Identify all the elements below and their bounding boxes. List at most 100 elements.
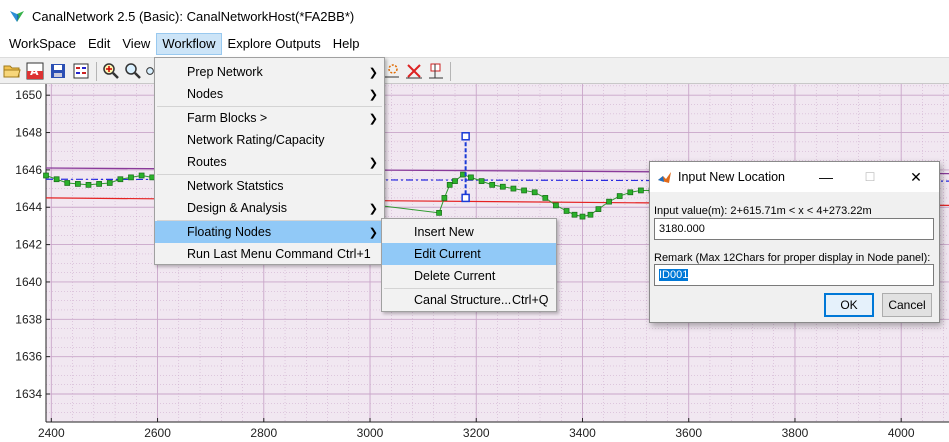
open-folder-icon[interactable]: [2, 61, 22, 81]
floating-node-top-handle: [461, 132, 470, 141]
chevron-right-icon: ❯: [368, 226, 378, 239]
profile-point: [43, 172, 49, 179]
delete-marker-icon[interactable]: [404, 61, 424, 81]
menu-item-nodes[interactable]: Nodes ❯: [155, 83, 384, 105]
chevron-right-icon: ❯: [368, 202, 378, 215]
y-tick-label: 1646: [15, 163, 42, 177]
grid-icon[interactable]: [71, 61, 91, 81]
remark-label: Remark (Max 12Chars for proper display i…: [654, 252, 931, 264]
floating-nodes-submenu: Insert New Edit Current Delete Current C…: [381, 218, 557, 312]
y-tick-label: 1650: [15, 88, 42, 102]
x-tick-label: 2800: [250, 426, 277, 440]
toolbar-separator: [450, 62, 451, 81]
profile-point: [531, 189, 538, 196]
menu-item-network-rating[interactable]: Network Rating/Capacity: [155, 129, 384, 151]
title-bar: CanalNetwork 2.5 (Basic): CanalNetworkHo…: [0, 0, 949, 32]
profile-point: [616, 193, 623, 199]
toolbar: A: [0, 57, 949, 84]
profile-point: [595, 206, 602, 212]
close-button[interactable]: ✕: [904, 166, 928, 188]
profile-point: [553, 202, 559, 209]
profile-point: [627, 189, 634, 196]
font-icon[interactable]: A: [25, 61, 45, 81]
profile-point: [441, 195, 448, 201]
profile-point: [563, 208, 570, 214]
menu-item-run-last-command[interactable]: Run Last Menu Command Ctrl+1: [155, 243, 384, 265]
floating-node-bottom-handle: [461, 193, 470, 203]
chevron-right-icon: ❯: [368, 66, 378, 79]
menu-workspace[interactable]: WorkSpace: [3, 33, 82, 55]
dialog-title: Input New Location: [678, 170, 786, 184]
input-location-dialog: Input New Location — ☐ ✕ Input value(m):…: [649, 161, 940, 323]
dialog-title-bar: Input New Location — ☐ ✕: [650, 162, 939, 192]
toolbar-separator: [96, 62, 97, 81]
range-label: Input value(m): 2+615.71m < x < 4+273.22…: [654, 205, 872, 217]
profile-point: [489, 181, 496, 188]
profile-point: [638, 187, 644, 194]
chevron-right-icon: ❯: [368, 112, 378, 125]
location-value-input[interactable]: 3180.000: [654, 218, 934, 240]
menu-item-design-analysis[interactable]: Design & Analysis ❯: [155, 197, 384, 219]
window-title: CanalNetwork 2.5 (Basic): CanalNetworkHo…: [32, 8, 355, 24]
menu-edit[interactable]: Edit: [82, 33, 116, 55]
menu-item-delete-current[interactable]: Delete Current: [382, 265, 556, 287]
profile-point: [138, 172, 145, 179]
menu-help[interactable]: Help: [327, 33, 366, 55]
x-tick-label: 4000: [888, 426, 915, 440]
y-tick-label: 1634: [15, 387, 42, 401]
profile-point: [510, 185, 517, 192]
minimize-button[interactable]: —: [814, 166, 838, 188]
profile-point: [436, 210, 442, 216]
profile-point: [96, 181, 102, 187]
profile-point: [452, 178, 458, 184]
profile-point: [542, 195, 549, 201]
shortcut-label: Ctrl+1: [337, 247, 371, 261]
y-tick-label: 1636: [15, 350, 42, 364]
profile-point: [468, 174, 474, 181]
menu-item-insert-new[interactable]: Insert New: [382, 221, 556, 243]
menu-item-canal-structure[interactable]: Canal Structure... Ctrl+Q: [382, 289, 556, 311]
zoom-icon[interactable]: [123, 61, 143, 81]
menu-bar: WorkSpace Edit View Workflow Explore Out…: [0, 32, 949, 56]
menu-item-farm-blocks[interactable]: Farm Blocks > ❯: [155, 107, 384, 129]
zoom-in-icon[interactable]: [101, 61, 121, 81]
y-tick-label: 1638: [15, 312, 42, 326]
x-tick-label: 3800: [782, 426, 809, 440]
svg-text:A: A: [30, 65, 39, 78]
ok-button[interactable]: OK: [824, 293, 874, 317]
shortcut-label: Ctrl+Q: [512, 293, 549, 307]
profile-point: [75, 181, 81, 187]
menu-workflow[interactable]: Workflow: [156, 33, 222, 55]
menu-explore-outputs[interactable]: Explore Outputs: [222, 33, 327, 55]
x-tick-label: 2600: [144, 426, 171, 440]
flag-icon[interactable]: [426, 61, 446, 81]
x-tick-label: 3600: [675, 426, 702, 440]
app-logo-icon: [10, 11, 24, 22]
menu-view[interactable]: View: [116, 33, 156, 55]
profile-point: [571, 211, 578, 218]
profile-point: [521, 187, 527, 194]
save-icon[interactable]: [48, 61, 68, 81]
profile-point: [106, 180, 113, 186]
maximize-button[interactable]: ☐: [858, 166, 882, 188]
profile-point: [85, 181, 92, 188]
x-tick-label: 3200: [463, 426, 490, 440]
menu-item-prep-network[interactable]: Prep Network ❯: [155, 61, 384, 83]
matlab-icon: [658, 172, 671, 183]
menu-item-edit-current[interactable]: Edit Current: [382, 243, 556, 265]
profile-point: [478, 178, 485, 184]
profile-point: [446, 181, 453, 188]
x-tick-label: 3400: [569, 426, 596, 440]
menu-item-routes[interactable]: Routes ❯: [155, 151, 384, 173]
profile-point: [606, 198, 612, 205]
profile-point: [128, 174, 134, 181]
x-tick-label: 3000: [357, 426, 384, 440]
remark-input[interactable]: ID001: [654, 264, 934, 286]
menu-item-network-statistics[interactable]: Network Statstics: [155, 175, 384, 197]
menu-item-floating-nodes[interactable]: Floating Nodes ❯: [155, 221, 384, 243]
profile-point: [587, 211, 594, 218]
cancel-button[interactable]: Cancel: [882, 293, 932, 317]
y-tick-label: 1648: [15, 126, 42, 140]
star-icon[interactable]: [382, 61, 402, 81]
y-tick-label: 1642: [15, 238, 42, 252]
